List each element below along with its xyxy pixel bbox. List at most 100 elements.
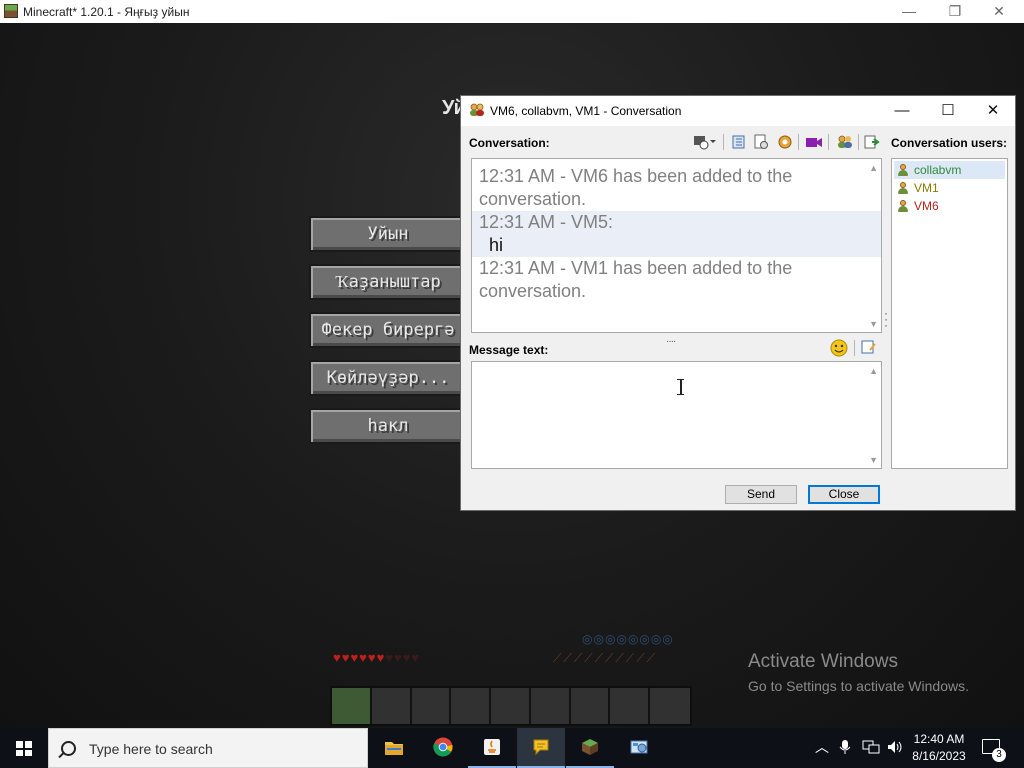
volume-icon[interactable]: [886, 739, 904, 758]
mc-menu-button-feedback[interactable]: Фекер бирергә: [309, 312, 467, 348]
hotbar-slot: [570, 688, 611, 724]
taskbar: Type here to search ︿ 12:40 AM 8/16/2023…: [0, 728, 1024, 768]
toolbar-divider: [828, 134, 829, 150]
toolbar-divider: [858, 134, 859, 150]
log-system-message: 12:31 AM - VM6 has been added to the con…: [479, 166, 793, 209]
restore-button[interactable]: ❐: [932, 0, 978, 23]
user-icon: [898, 182, 908, 194]
conversation-window-title: VM6, collabvm, VM1 - Conversation: [490, 104, 682, 118]
user-item-vm1[interactable]: VM1: [894, 179, 1005, 197]
minimize-button[interactable]: —: [886, 0, 932, 23]
conversation-users-list: collabvm VM1 VM6: [891, 158, 1008, 469]
show-hidden-icons-chevron-icon[interactable]: ︿: [815, 739, 829, 755]
search-icon: [61, 741, 76, 756]
document-icon[interactable]: [753, 134, 769, 152]
text-cursor-icon: [677, 379, 684, 395]
toolbar-divider: [723, 134, 724, 150]
chrome-icon: [433, 737, 453, 757]
start-button[interactable]: [0, 728, 48, 768]
java-icon: [484, 739, 500, 755]
hotbar-slot: [451, 688, 492, 724]
conversation-users-label: Conversation users:: [891, 136, 1008, 150]
add-user-icon[interactable]: [836, 134, 854, 152]
hotbar-slot: [491, 688, 531, 724]
hunger-bar-icon: ⟋⟋⟋⟋⟋⟋⟋⟋⟋⟋: [553, 651, 658, 665]
hotbar-slot: [650, 688, 691, 724]
user-name: VM1: [914, 181, 939, 195]
conversation-window: VM6, collabvm, VM1 - Conversation — ☐ ✕ …: [460, 95, 1016, 511]
folder-icon: [385, 742, 403, 755]
hotbar-slot: [610, 688, 651, 724]
hotbar-slot: [371, 688, 412, 724]
activation-watermark: Activate Windows Go to Settings to activ…: [748, 651, 969, 694]
user-item-vm6[interactable]: VM6: [894, 197, 1005, 215]
notification-count-badge: 3: [992, 748, 1006, 762]
video-camera-icon[interactable]: [805, 134, 823, 152]
log-message-header: 12:31 AM - VM5:: [472, 211, 881, 234]
windows-logo-icon: [16, 741, 32, 756]
mc-menu-button-achievements[interactable]: Ҡаҙаныштар: [309, 264, 467, 300]
log-scroll-down-icon[interactable]: ▼: [869, 319, 878, 329]
air-bubbles-icon: ◎◎◎◎◎◎◎◎: [582, 632, 674, 646]
msg-scroll-up-icon[interactable]: ▲: [869, 366, 878, 376]
clock-time: 12:40 AM: [913, 732, 965, 746]
emoticon-icon[interactable]: [830, 339, 848, 357]
messenger-taskbar-button[interactable]: [517, 728, 565, 768]
user-name: collabvm: [914, 163, 962, 177]
mc-menu-button-play[interactable]: Уйын: [309, 216, 467, 252]
activation-subtitle: Go to Settings to activate Windows.: [748, 678, 969, 694]
grass-block-icon: [582, 739, 598, 755]
hotbar: [330, 686, 692, 726]
chat-bubble-icon: [533, 739, 549, 756]
close-button[interactable]: Close: [808, 485, 880, 504]
mc-menu-button-quit[interactable]: hакл: [309, 408, 467, 444]
format-text-icon[interactable]: [861, 339, 877, 357]
send-file-icon[interactable]: [864, 134, 880, 152]
file-explorer-taskbar-button[interactable]: [370, 728, 418, 768]
user-item-collabvm[interactable]: collabvm: [894, 161, 1005, 179]
conv-minimize-button[interactable]: —: [879, 96, 925, 126]
activation-title: Activate Windows: [748, 651, 898, 672]
message-text-input[interactable]: ▲ ▼: [471, 361, 882, 469]
splitter-grip-icon[interactable]: ····: [666, 336, 676, 347]
settings-icon[interactable]: [777, 134, 793, 152]
log-message-body: hi: [472, 234, 881, 257]
health-hearts-icon: ♥♥♥♥♥♥♥♥♥♥: [333, 650, 421, 665]
toolbar-divider: [798, 134, 799, 150]
search-placeholder: Type here to search: [89, 741, 213, 757]
hotbar-slot: [411, 688, 452, 724]
minecraft-taskbar-button[interactable]: [566, 728, 614, 768]
hotbar-slot: [530, 688, 571, 724]
minecraft-window-title: Minecraft* 1.20.1 - Яңғыҙ уйын: [23, 5, 190, 19]
taskbar-clock[interactable]: 12:40 AM 8/16/2023: [908, 731, 970, 765]
conversation-log[interactable]: 12:31 AM - VM6 has been added to the con…: [471, 158, 882, 333]
msg-scroll-down-icon[interactable]: ▼: [869, 455, 878, 465]
message-text-label: Message text:: [469, 343, 549, 357]
mc-menu-button-options[interactable]: Көйләүҙәр...: [309, 360, 467, 396]
conv-maximize-button[interactable]: ☐: [925, 96, 971, 126]
status-dropdown-icon[interactable]: [693, 134, 717, 152]
user-icon: [898, 164, 908, 176]
close-window-button[interactable]: ✕: [976, 0, 1022, 23]
hotbar-slot: [332, 688, 372, 724]
chrome-taskbar-button[interactable]: [419, 728, 467, 768]
users-icon: [469, 103, 485, 120]
minecraft-app-icon: [4, 4, 18, 18]
user-name: VM6: [914, 199, 939, 213]
history-icon[interactable]: [731, 134, 747, 152]
java-taskbar-button[interactable]: [468, 728, 516, 768]
conv-close-button[interactable]: ✕: [970, 96, 1016, 126]
network-icon[interactable]: [862, 739, 880, 758]
conversation-titlebar: VM6, collabvm, VM1 - Conversation — ☐ ✕: [461, 96, 1015, 126]
vertical-splitter-grip-icon[interactable]: · · ·: [884, 307, 888, 331]
toolbar-divider: [854, 340, 855, 356]
microphone-icon[interactable]: [839, 739, 851, 758]
control-panel-icon: [630, 740, 648, 754]
clock-date: 8/16/2023: [912, 749, 966, 763]
minecraft-titlebar: Minecraft* 1.20.1 - Яңғыҙ уйын — ❐ ✕: [0, 0, 1024, 24]
send-button[interactable]: Send: [725, 485, 797, 504]
taskbar-search-box[interactable]: Type here to search: [48, 728, 368, 768]
log-scroll-up-icon[interactable]: ▲: [869, 163, 878, 173]
control-panel-taskbar-button[interactable]: [615, 728, 663, 768]
conversation-label: Conversation:: [469, 136, 550, 150]
